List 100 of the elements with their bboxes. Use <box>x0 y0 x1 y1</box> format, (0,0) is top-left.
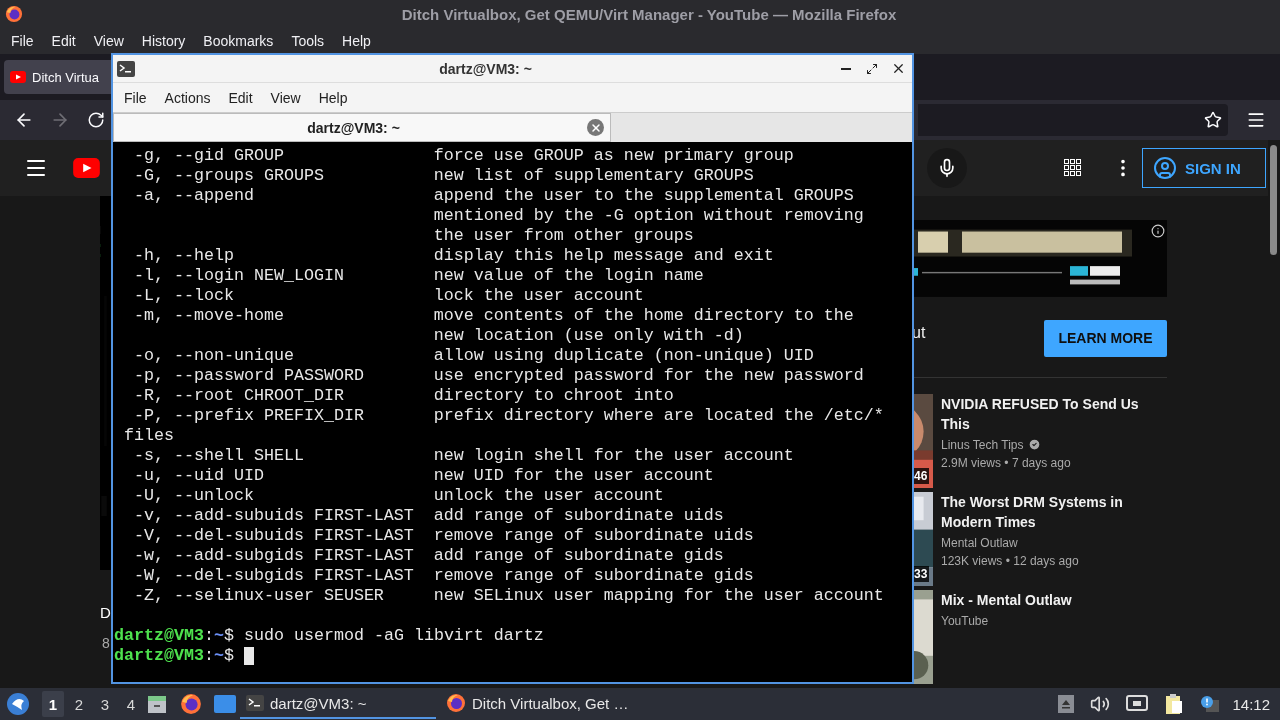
workspace-button[interactable]: 2 <box>68 691 90 717</box>
option-description: new list of supplementary GROUPS <box>433 166 754 186</box>
terminal-tab[interactable]: dartz@VM3: ~ <box>113 113 611 142</box>
option-description: display this help message and exit <box>433 246 774 266</box>
option-description: add range of subordinate gids <box>433 546 724 566</box>
menu-item[interactable]: Actions <box>155 89 220 106</box>
firefox-icon <box>180 693 202 715</box>
option-description: force use GROUP as new primary group <box>433 146 794 166</box>
tab-title: dartz@VM3: ~ <box>306 119 401 136</box>
video-title[interactable]: Mix - Mental Outlaw <box>941 589 1146 610</box>
option-name: -P, --prefix PREFIX_DIR <box>134 406 364 425</box>
user-icon <box>1153 156 1177 180</box>
taskbar-task[interactable]: Ditch Virtualbox, Get … <box>440 689 636 719</box>
option-description: unlock the user account <box>433 486 664 506</box>
bookmark-star-icon[interactable] <box>1204 111 1222 129</box>
menu-item[interactable]: Help <box>333 33 380 49</box>
option-description: add range of subordinate uids <box>433 506 724 526</box>
option-name: -v, --add-subuids FIRST-LAST <box>134 506 414 525</box>
workspace-button[interactable]: 1 <box>42 691 64 717</box>
file-cabinet-icon[interactable] <box>146 693 168 715</box>
option-name: -g, --gid GROUP <box>134 146 284 165</box>
menu-item[interactable]: Edit <box>219 89 262 106</box>
taskbar-task[interactable]: dartz@VM3: ~ <box>240 689 436 719</box>
option-name: -R, --root CHROOT_DIR <box>134 386 344 405</box>
terminal-icon <box>246 695 264 711</box>
menu-item[interactable]: Help <box>309 89 357 106</box>
tab-title: Ditch Virtua <box>32 69 99 85</box>
option-name: -w, --add-subgids FIRST-LAST <box>134 546 414 565</box>
option-description: remove range of subordinate uids <box>433 526 754 546</box>
channel-name[interactable]: YouTube <box>941 611 989 630</box>
prompt-path: ~ <box>213 646 224 666</box>
menu-item[interactable]: History <box>132 33 195 49</box>
workspace-button[interactable]: 4 <box>120 691 142 717</box>
option-name: -L, --lock <box>134 286 234 305</box>
apps-grid-icon[interactable] <box>1064 159 1082 177</box>
address-field[interactable] <box>918 104 1228 136</box>
terminal-text: files <box>124 426 174 446</box>
network-icon[interactable] <box>1126 695 1149 713</box>
command-text: sudo usermod -aG libvirt dartz <box>243 626 544 646</box>
option-description: mentioned by the -G option without removing <box>433 206 864 226</box>
video-title[interactable]: The Worst DRM Systems in Modern Times <box>941 491 1146 532</box>
option-description: new value of the login name <box>433 266 704 286</box>
video-title[interactable]: NVIDIA REFUSED To Send Us This <box>941 393 1146 434</box>
option-description: new location (use only with -d) <box>433 326 744 346</box>
option-name: -s, --shell SHELL <box>134 446 304 465</box>
menu-item[interactable]: Tools <box>282 33 334 49</box>
option-description: new SELinux user mapping for the user account <box>433 586 884 606</box>
terminal-icon <box>117 60 135 77</box>
channel-name[interactable]: Mental Outlaw <box>941 533 1018 552</box>
firefox-icon <box>446 693 466 713</box>
browser-tab[interactable]: Ditch Virtua <box>4 60 111 94</box>
option-name: -a, --append <box>134 186 254 205</box>
notification-icon[interactable] <box>1200 695 1221 713</box>
menu-item[interactable]: View <box>84 33 133 49</box>
eject-icon[interactable] <box>1058 695 1075 713</box>
youtube-logo-icon <box>72 158 101 178</box>
option-name: -l, --login NEW_LOGIN <box>134 266 344 285</box>
option-description: lock the user account <box>433 286 644 306</box>
menu-item[interactable]: Edit <box>42 33 85 49</box>
option-name: -U, --unlock <box>134 486 254 505</box>
clipboard-icon[interactable] <box>1164 693 1185 715</box>
start-menu-icon[interactable] <box>6 692 30 716</box>
scrollbar-thumb[interactable] <box>1270 145 1277 255</box>
option-name: -W, --del-subgids FIRST-LAST <box>134 566 414 585</box>
video-meta: 8 <box>102 635 110 651</box>
sign-in-button[interactable]: SIGN IN <box>1142 148 1266 188</box>
menu-item[interactable]: Bookmarks <box>194 33 283 49</box>
option-description: append the user to the supplemental GROUPS <box>433 186 854 206</box>
option-description: prefix directory where are located the /etc/* <box>433 406 884 426</box>
option-description: remove range of subordinate gids <box>433 566 754 586</box>
channel-name[interactable]: Linus Tech Tips <box>941 435 1024 454</box>
option-name: -V, --del-subuids FIRST-LAST <box>134 526 414 545</box>
prompt-separator: : <box>203 646 214 666</box>
option-description: directory to chroot into <box>433 386 674 406</box>
close-tab-button[interactable] <box>587 119 604 136</box>
workspace-button[interactable]: 3 <box>94 691 116 717</box>
window-title: Ditch Virtualbox, Get QEMU/Virt Manager - YouTube — Mozilla Firefox <box>400 5 898 23</box>
menu-item[interactable]: View <box>261 89 310 106</box>
close-icon <box>589 121 602 134</box>
volume-icon[interactable] <box>1090 694 1111 714</box>
learn-more-button[interactable]: LEARN MORE <box>1044 319 1167 357</box>
menu-icon <box>1246 110 1266 130</box>
menu-item[interactable]: File <box>2 33 43 49</box>
minimize-icon <box>841 67 851 70</box>
play-icon <box>10 71 26 83</box>
prompt-symbol: $ <box>223 626 234 646</box>
info-icon[interactable] <box>1151 224 1165 238</box>
voice-search-button[interactable] <box>927 148 967 188</box>
option-name: -o, --non-unique <box>134 346 294 365</box>
clock: 14:12 <box>1232 695 1270 713</box>
option-description: new login shell for the user account <box>433 446 794 466</box>
menu-item[interactable]: File <box>115 89 156 106</box>
reload-icon <box>87 111 105 129</box>
option-description: move contents of the home directory to the <box>433 306 854 326</box>
firefox-icon <box>5 5 23 23</box>
prompt-user: dartz@VM3 <box>114 646 204 666</box>
video-meta: 123K views • 12 days ago <box>941 552 1080 570</box>
prompt-user: dartz@VM3 <box>114 626 204 646</box>
option-description: allow using duplicate (non-unique) UID <box>433 346 814 366</box>
prompt-symbol: $ <box>223 646 234 666</box>
